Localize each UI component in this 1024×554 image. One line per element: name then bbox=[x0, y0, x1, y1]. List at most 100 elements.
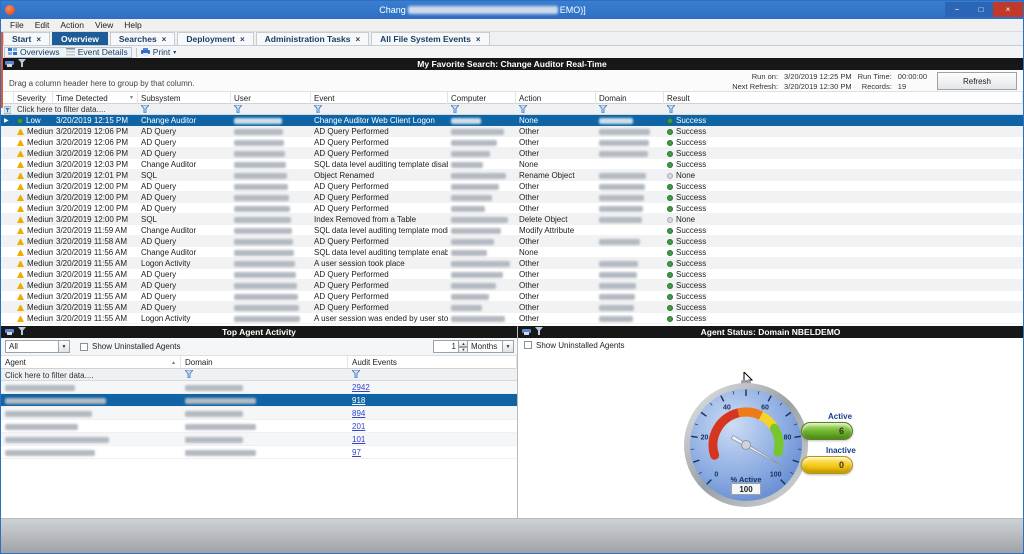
tab-overview[interactable]: Overview bbox=[52, 32, 108, 45]
maximize-button[interactable]: □ bbox=[969, 2, 993, 17]
menu-help[interactable]: Help bbox=[119, 20, 146, 30]
filter-cell[interactable] bbox=[516, 104, 596, 115]
close-tab-icon[interactable]: × bbox=[476, 35, 481, 44]
printer-icon[interactable] bbox=[522, 327, 531, 335]
table-row[interactable]: Medium3/20/2019 11:56 AMChange AuditorSQ… bbox=[1, 247, 1023, 258]
tab-searches[interactable]: Searches× bbox=[110, 32, 175, 45]
menu-edit[interactable]: Edit bbox=[30, 20, 55, 30]
filter-icon[interactable] bbox=[185, 370, 193, 380]
table-row[interactable]: Medium3/20/2019 12:03 PMChange AuditorSQ… bbox=[1, 159, 1023, 170]
list-item[interactable]: 918 bbox=[1, 394, 517, 407]
table-row[interactable]: Medium3/20/2019 11:55 AMAD QueryAD Query… bbox=[1, 291, 1023, 302]
column-header-domain[interactable]: Domain bbox=[181, 356, 348, 369]
menu-action[interactable]: Action bbox=[55, 20, 89, 30]
table-row[interactable]: Medium3/20/2019 12:06 PMAD QueryAD Query… bbox=[1, 126, 1023, 137]
show-uninstalled-checkbox[interactable] bbox=[80, 343, 88, 351]
period-stepper[interactable]: 1 ▲ ▼ bbox=[433, 340, 469, 353]
list-item[interactable]: 97 bbox=[1, 446, 517, 459]
table-row[interactable]: Medium3/20/2019 12:06 PMAD QueryAD Query… bbox=[1, 137, 1023, 148]
table-row[interactable]: Medium3/20/2019 12:00 PMAD QueryAD Query… bbox=[1, 203, 1023, 214]
table-row[interactable]: Medium3/20/2019 11:55 AMLogon ActivityA … bbox=[1, 258, 1023, 269]
filter-cell[interactable] bbox=[311, 104, 448, 115]
menu-view[interactable]: View bbox=[90, 20, 118, 30]
inactive-count-pill[interactable]: 0 bbox=[801, 456, 853, 474]
audit-events-link[interactable]: 101 bbox=[352, 435, 365, 444]
close-tab-icon[interactable]: × bbox=[355, 35, 360, 44]
table-row[interactable]: Medium3/20/2019 12:00 PMAD QueryAD Query… bbox=[1, 192, 1023, 203]
minimize-button[interactable]: − bbox=[945, 2, 969, 17]
filter-icon[interactable] bbox=[18, 59, 26, 67]
filter-icon[interactable] bbox=[599, 105, 607, 115]
column-header-action[interactable]: Action bbox=[516, 92, 596, 104]
filter-cell[interactable] bbox=[596, 104, 664, 115]
tab-deployment[interactable]: Deployment× bbox=[177, 32, 253, 45]
column-header-agent[interactable]: Agent▲ bbox=[1, 356, 181, 369]
tab-start[interactable]: Start× bbox=[3, 32, 50, 45]
filter-cell[interactable] bbox=[664, 104, 1023, 115]
table-row[interactable]: Medium3/20/2019 11:59 AMChange AuditorSQ… bbox=[1, 225, 1023, 236]
filter-cell[interactable] bbox=[138, 104, 231, 115]
column-header-result[interactable]: Result bbox=[664, 92, 1023, 104]
filter-icon[interactable] bbox=[667, 105, 675, 115]
filter-icon[interactable] bbox=[234, 105, 242, 115]
list-item[interactable]: 101 bbox=[1, 433, 517, 446]
table-row[interactable]: Medium3/20/2019 12:06 PMAD QueryAD Query… bbox=[1, 148, 1023, 159]
column-header-computer[interactable]: Computer bbox=[448, 92, 516, 104]
table-row[interactable]: Medium3/20/2019 12:01 PMSQLObject Rename… bbox=[1, 170, 1023, 181]
close-button[interactable]: × bbox=[993, 2, 1023, 17]
column-header-domain[interactable]: Domain bbox=[596, 92, 664, 104]
table-row[interactable]: Medium3/20/2019 11:55 AMAD QueryAD Query… bbox=[1, 302, 1023, 313]
filter-cell[interactable] bbox=[348, 369, 517, 381]
filter-icon[interactable] bbox=[314, 105, 322, 115]
filter-icon[interactable] bbox=[451, 105, 459, 115]
column-header-severity[interactable]: Severity bbox=[14, 92, 53, 104]
tab-all-file-system-events[interactable]: All File System Events× bbox=[371, 32, 489, 45]
audit-events-link[interactable]: 97 bbox=[352, 448, 361, 457]
close-tab-icon[interactable]: × bbox=[36, 35, 41, 44]
filter-hint[interactable]: Click here to filter data.... bbox=[14, 104, 138, 115]
agent-filter-dropdown[interactable]: All ▼ bbox=[5, 340, 70, 353]
event-details-button[interactable]: Event Details bbox=[66, 47, 128, 57]
filter-hint[interactable]: Click here to filter data.... bbox=[1, 369, 181, 381]
table-row[interactable]: Medium3/20/2019 11:55 AMLogon ActivityA … bbox=[1, 313, 1023, 324]
audit-events-link[interactable]: 894 bbox=[352, 409, 365, 418]
list-item[interactable]: 894 bbox=[1, 407, 517, 420]
table-row[interactable]: Medium3/20/2019 11:55 AMAD QueryAD Query… bbox=[1, 280, 1023, 291]
column-header-time-detected[interactable]: Time Detected▼ bbox=[53, 92, 138, 104]
close-tab-icon[interactable]: × bbox=[240, 35, 245, 44]
filter-icon[interactable] bbox=[519, 105, 527, 115]
column-header-audit-events[interactable]: Audit Events bbox=[348, 356, 517, 369]
tab-administration-tasks[interactable]: Administration Tasks× bbox=[256, 32, 369, 45]
column-header-event[interactable]: Event bbox=[311, 92, 448, 104]
table-row[interactable]: Medium3/20/2019 11:55 AMAD QueryAD Query… bbox=[1, 269, 1023, 280]
printer-icon[interactable] bbox=[5, 327, 14, 335]
table-row[interactable]: Medium3/20/2019 11:58 AMAD QueryAD Query… bbox=[1, 236, 1023, 247]
filter-cell[interactable] bbox=[181, 369, 348, 381]
refresh-button[interactable]: Refresh bbox=[937, 72, 1017, 90]
table-row[interactable]: Medium3/20/2019 12:00 PMSQLIndex Removed… bbox=[1, 214, 1023, 225]
filter-icon[interactable] bbox=[352, 370, 360, 380]
audit-events-link[interactable]: 201 bbox=[352, 422, 365, 431]
print-button[interactable]: Print ▾ bbox=[141, 47, 177, 57]
column-header-subsystem[interactable]: Subsystem bbox=[138, 92, 231, 104]
filter-icon[interactable] bbox=[18, 327, 26, 335]
printer-icon[interactable] bbox=[5, 59, 14, 67]
list-item[interactable]: 2942 bbox=[1, 381, 517, 394]
list-item[interactable]: 201 bbox=[1, 420, 517, 433]
active-count-pill[interactable]: 6 bbox=[801, 422, 853, 440]
period-unit-dropdown[interactable]: Months ▼ bbox=[467, 340, 514, 353]
filter-cell[interactable] bbox=[231, 104, 311, 115]
audit-events-link[interactable]: 2942 bbox=[352, 383, 370, 392]
menu-file[interactable]: File bbox=[5, 20, 29, 30]
show-uninstalled-checkbox[interactable] bbox=[524, 341, 532, 349]
table-row[interactable]: ▶Low3/20/2019 12:15 PMChange AuditorChan… bbox=[1, 115, 1023, 126]
event-table-filter-row[interactable]: Click here to filter data.... bbox=[1, 104, 1023, 115]
filter-icon[interactable] bbox=[141, 105, 149, 115]
column-header-user[interactable]: User bbox=[231, 92, 311, 104]
audit-events-link[interactable]: 918 bbox=[352, 396, 365, 405]
filter-icon[interactable] bbox=[535, 327, 543, 335]
filter-cell[interactable] bbox=[448, 104, 516, 115]
close-tab-icon[interactable]: × bbox=[162, 35, 167, 44]
agent-table-filter-row[interactable]: Click here to filter data.... bbox=[1, 369, 517, 381]
overviews-button[interactable]: Overviews bbox=[8, 47, 60, 57]
